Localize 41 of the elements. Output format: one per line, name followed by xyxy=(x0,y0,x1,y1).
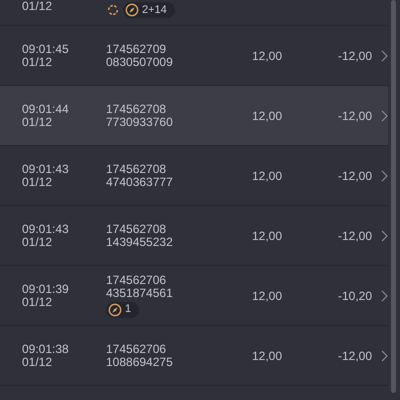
compass-badge: 2+14 xyxy=(123,2,175,18)
amount-text: 12,00 xyxy=(250,288,282,302)
ticket-number: 174562708 xyxy=(106,102,166,116)
list-row[interactable]: 01/12 2+14 xyxy=(0,0,388,26)
time-text: 09:01:43 xyxy=(22,162,69,176)
date-text: 01/12 xyxy=(22,0,52,13)
date-text: 01/12 xyxy=(22,296,52,308)
time-text: 09:01:44 xyxy=(22,102,69,116)
list-row[interactable]: 09:01:44 01/12 174562708 7730933760 12,00 -12,00 xyxy=(0,86,388,146)
code-number: 7730933760 xyxy=(106,116,173,128)
date-text: 01/12 xyxy=(22,356,52,368)
time-text: 09:01:39 xyxy=(22,282,69,296)
net-amount-text: -12,00 xyxy=(336,48,372,62)
date-text: 01/12 xyxy=(22,116,52,128)
ticket-number: 174562709 xyxy=(106,42,166,56)
net-amount-text: -12,00 xyxy=(336,348,372,362)
code-number: 4351874561 xyxy=(106,286,173,300)
net-amount-text: -12,00 xyxy=(336,108,372,122)
date-text: 01/12 xyxy=(22,56,52,68)
date-text: 01/12 xyxy=(22,176,52,188)
time-text: 09:01:43 xyxy=(22,222,69,236)
net-amount-text: -12,00 xyxy=(336,168,372,182)
amount-text: 12,00 xyxy=(250,108,282,122)
code-number: 0830507009 xyxy=(106,56,173,68)
amount-text: 12,00 xyxy=(250,48,282,62)
time-text: 09:01:45 xyxy=(22,42,69,56)
code-number: 1439455232 xyxy=(106,236,173,248)
ticket-number: 174562708 xyxy=(106,162,166,176)
code-number: 4740363777 xyxy=(106,176,173,188)
net-amount-text: -12,00 xyxy=(336,228,372,242)
net-amount-text: -10,20 xyxy=(336,288,372,302)
ticket-number: 174562706 xyxy=(106,342,166,356)
amount-text: 12,00 xyxy=(250,168,282,182)
ticket-number: 174562706 xyxy=(106,274,166,286)
time-text: 09:01:38 xyxy=(22,342,69,356)
date-text: 01/12 xyxy=(22,236,52,248)
compass-badge: 1 xyxy=(106,302,140,318)
code-number: 1088694275 xyxy=(106,356,173,368)
amount-text: 12,00 xyxy=(250,348,282,362)
amount-text: 12,00 xyxy=(250,228,282,242)
ticket-number: 174562708 xyxy=(106,222,166,236)
